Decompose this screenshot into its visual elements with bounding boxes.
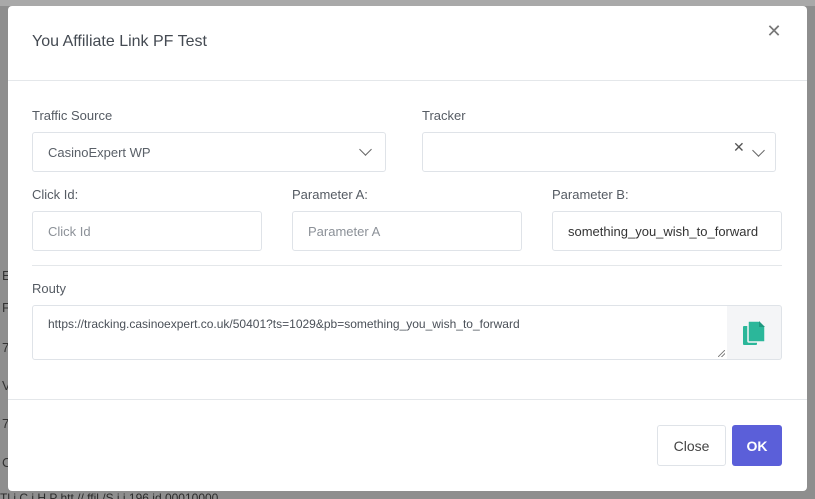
tracker-label: Tracker: [422, 108, 466, 123]
tracker-select[interactable]: ✕: [422, 132, 776, 172]
footer-divider: [8, 399, 807, 400]
parameter-a-input[interactable]: [308, 223, 506, 239]
copy-icon: [743, 319, 766, 345]
clear-icon[interactable]: ✕: [733, 140, 745, 154]
traffic-source-value: CasinoExpert WP: [48, 144, 151, 160]
section-divider: [32, 265, 782, 266]
traffic-source-select[interactable]: CasinoExpert WP: [32, 132, 386, 172]
traffic-source-label: Traffic Source: [32, 108, 113, 123]
close-button[interactable]: Close: [657, 425, 726, 466]
parameter-b-input[interactable]: [568, 223, 766, 239]
resize-handle[interactable]: [718, 350, 725, 357]
modal-header: You Affiliate Link PF Test ✕: [8, 6, 807, 81]
chevron-down-icon: [359, 143, 372, 156]
routy-url-text: https://tracking.casinoexpert.co.uk/5040…: [48, 317, 520, 331]
parameter-b-label: Parameter B:: [552, 187, 629, 202]
routy-label: Routy: [32, 281, 66, 296]
parameter-b-field[interactable]: [552, 211, 782, 251]
affiliate-link-modal: You Affiliate Link PF Test ✕ Traffic Sou…: [8, 6, 807, 491]
routy-url-textarea[interactable]: https://tracking.casinoexpert.co.uk/5040…: [32, 305, 728, 360]
background-bottom-row: Tl i C i H P htt // ffil /S i i 196 id 0…: [0, 491, 219, 499]
ok-button[interactable]: OK: [732, 425, 782, 466]
chevron-down-icon: [752, 144, 765, 157]
click-id-field[interactable]: [32, 211, 262, 251]
close-icon[interactable]: ✕: [764, 21, 784, 41]
copy-url-button[interactable]: [727, 305, 782, 360]
parameter-a-label: Parameter A:: [292, 187, 368, 202]
click-id-label: Click Id:: [32, 187, 79, 202]
modal-title: You Affiliate Link PF Test: [32, 33, 207, 50]
click-id-input[interactable]: [48, 223, 246, 239]
parameter-a-field[interactable]: [292, 211, 522, 251]
